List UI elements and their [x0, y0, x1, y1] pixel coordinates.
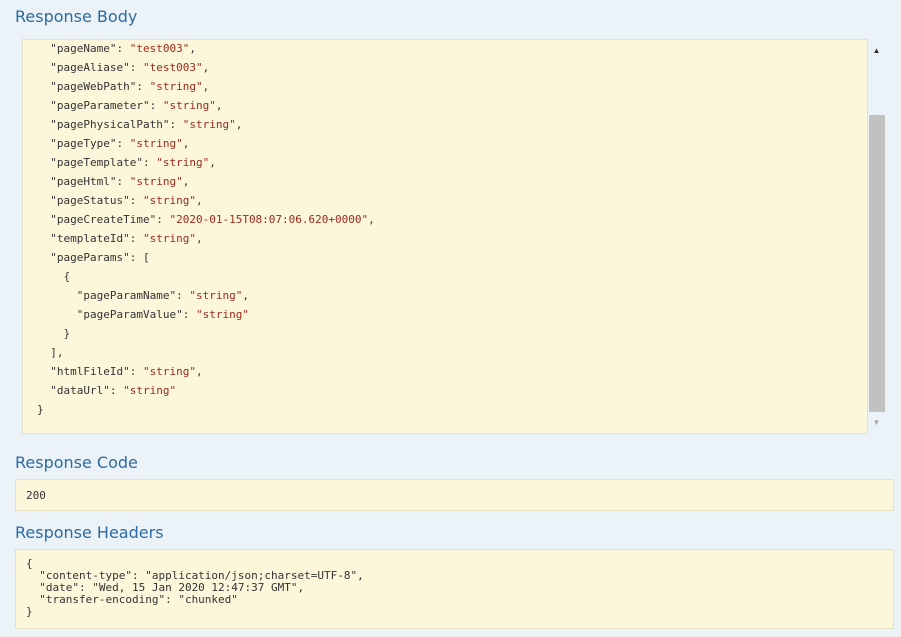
code-line: }	[63, 327, 71, 340]
code-line: }	[37, 403, 44, 416]
code-line: "pageAliase": "test003",	[50, 61, 210, 74]
code-line: "pageParamValue": "string"	[76, 308, 249, 321]
code-line: "htmlFileId": "string",	[50, 365, 203, 378]
header-line: "transfer-encoding": "chunked"	[26, 593, 238, 606]
code-line: "pageName": "test003",	[50, 42, 196, 55]
code-line: "pageStatus": "string",	[50, 194, 203, 207]
code-line: "pageCreateTime": "2020-01-15T08:07:06.6…	[50, 213, 375, 226]
response-headers-title: Response Headers	[15, 523, 164, 542]
response-body-content[interactable]: "pageName": "test003", "pageAliase": "te…	[22, 39, 868, 434]
code-line: "pageParams": [	[50, 251, 150, 264]
response-code-title: Response Code	[15, 453, 138, 472]
triangle-up-icon[interactable]: ▲	[868, 42, 885, 59]
response-body-lines: "pageName": "test003", "pageAliase": "te…	[37, 40, 375, 419]
triangle-down-icon[interactable]: ▼	[868, 414, 885, 431]
code-line: "pageParameter": "string",	[50, 99, 223, 112]
code-line: "pageWebPath": "string",	[50, 80, 210, 93]
code-line: "pageParamName": "string",	[76, 289, 249, 302]
response-code-content: 200	[15, 479, 894, 511]
code-line: "pageType": "string",	[50, 137, 190, 150]
code-line: "pagePhysicalPath": "string",	[50, 118, 243, 131]
response-code-value: 200	[26, 489, 46, 502]
response-body-title: Response Body	[15, 7, 138, 26]
code-line: "pageTemplate": "string",	[50, 156, 216, 169]
code-line: "dataUrl": "string"	[50, 384, 177, 397]
response-headers-lines: { "content-type": "application/json;char…	[26, 558, 364, 618]
response-panel: Response Body "pageName": "test003", "pa…	[0, 0, 901, 637]
scrollbar-thumb[interactable]	[869, 115, 885, 412]
response-body-scrollbar[interactable]: ▲ ▼	[868, 39, 885, 434]
response-headers-content[interactable]: { "content-type": "application/json;char…	[15, 549, 894, 629]
code-line: {	[63, 270, 71, 283]
header-line: }	[26, 605, 33, 618]
code-line: ],	[50, 346, 64, 359]
code-line: "templateId": "string",	[50, 232, 203, 245]
code-line: "pageHtml": "string",	[50, 175, 190, 188]
